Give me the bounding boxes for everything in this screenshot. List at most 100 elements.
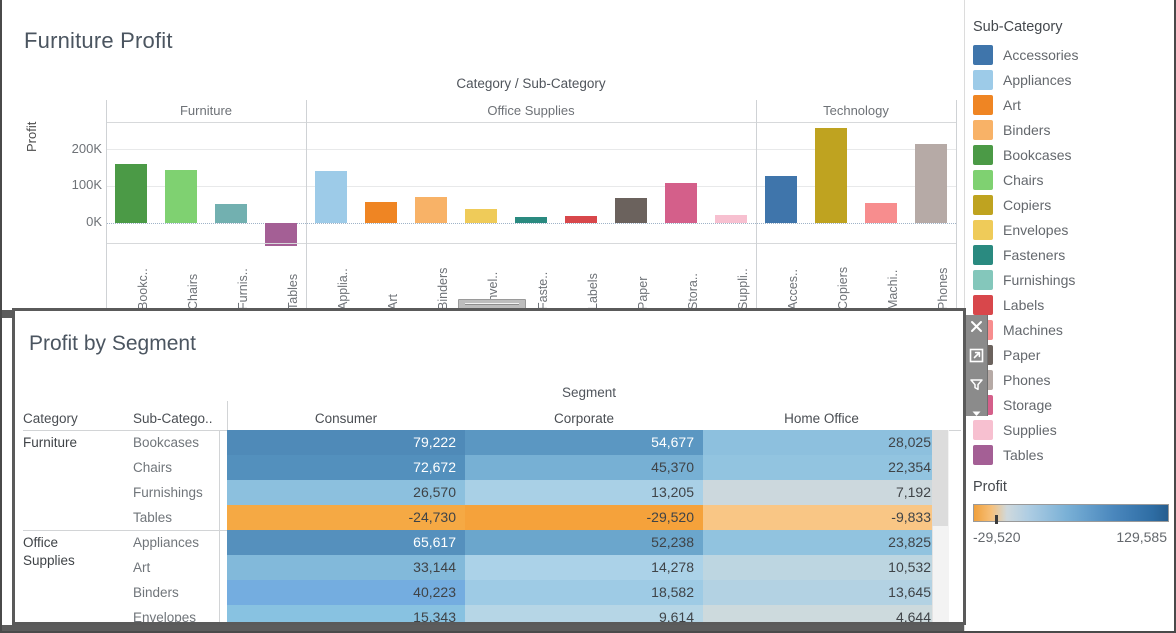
category-header-office-supplies[interactable]: Office Supplies (306, 100, 756, 122)
x-tick-label[interactable]: Faste.. (536, 272, 550, 310)
x-axis-labels: Bookc.. Chairs Furnis.. Tables Applia.. Art Bi… (106, 243, 956, 314)
row-header-subcategory[interactable]: Envelopes (133, 605, 231, 622)
profit-color-gradient[interactable] (973, 504, 1169, 522)
bar-copiers[interactable] (815, 127, 847, 223)
bar-storage[interactable] (665, 183, 697, 223)
row-header-subcategory[interactable]: Tables (133, 505, 231, 530)
column-field-title: Category / Sub-Category (456, 76, 606, 91)
legend-swatch-icon (973, 44, 993, 65)
x-tick-label[interactable]: Paper (636, 277, 650, 310)
bar-supplies[interactable] (715, 214, 747, 223)
x-tick-label[interactable]: Applia.. (336, 268, 350, 310)
table-cell[interactable]: 13,205 (465, 480, 703, 505)
legend-title: Sub-Category (973, 19, 1063, 35)
legend-swatch-icon (973, 144, 993, 165)
close-icon[interactable] (966, 319, 987, 344)
table-cell[interactable]: 15,343 (227, 605, 465, 622)
row-header-subcategory[interactable]: Appliances (133, 530, 231, 555)
row-header-subcategory[interactable]: Chairs (133, 455, 231, 480)
legend-item-envelopes[interactable]: Envelopes (973, 217, 1068, 242)
table-cell[interactable]: 9,614 (465, 605, 703, 622)
row-header-subcategory[interactable]: Binders (133, 580, 231, 605)
table-cell[interactable]: 45,370 (465, 455, 703, 480)
bar-bookcases[interactable] (115, 164, 147, 223)
legend-item-tables[interactable]: Tables (973, 442, 1043, 467)
table-cell[interactable]: 65,617 (227, 530, 465, 555)
bar-phones[interactable] (915, 143, 947, 223)
x-tick-label[interactable]: Chairs (186, 274, 200, 310)
x-tick-label[interactable]: Phones (936, 268, 950, 310)
legend-item-furnishings[interactable]: Furnishings (973, 267, 1075, 292)
table-cell[interactable]: -29,520 (465, 505, 703, 530)
row-header-category[interactable]: Furniture (23, 434, 127, 452)
row-header-subcategory[interactable]: Art (133, 555, 231, 580)
legend-item-appliances[interactable]: Appliances (973, 67, 1072, 92)
bar-furnishings[interactable] (215, 203, 247, 223)
legend-item-fasteners[interactable]: Fasteners (973, 242, 1065, 267)
vertical-scrollbar-thumb[interactable] (932, 430, 948, 526)
row-header-subcategory[interactable]: Furnishings (133, 480, 231, 505)
bar-accessories[interactable] (765, 175, 797, 223)
category-header-technology[interactable]: Technology (756, 100, 956, 122)
table-cell[interactable]: 33,144 (227, 555, 465, 580)
x-tick-label[interactable]: Labels (586, 273, 600, 310)
table-cell[interactable]: 10,532 (703, 555, 940, 580)
x-tick-label[interactable]: Machi.. (886, 270, 900, 310)
segment-field-title: Segment (561, 385, 617, 400)
column-header-category[interactable]: Category (23, 408, 127, 429)
bar-envelopes[interactable] (465, 209, 497, 223)
filter-icon[interactable] (966, 377, 987, 402)
table-cell[interactable]: 28,025 (703, 430, 940, 455)
table-cell[interactable]: 54,677 (465, 430, 703, 455)
table-cell[interactable]: 52,238 (465, 530, 703, 555)
table-cell[interactable]: 23,825 (703, 530, 940, 555)
x-tick-label[interactable]: Binders (436, 268, 450, 310)
column-header-home-office[interactable]: Home Office (703, 408, 940, 429)
dropdown-caret-icon[interactable] (966, 406, 987, 431)
category-header-furniture[interactable]: Furniture (106, 100, 306, 122)
legend-item-chairs[interactable]: Chairs (973, 167, 1043, 192)
legend-item-art[interactable]: Art (973, 92, 1021, 117)
legend-item-accessories[interactable]: Accessories (973, 42, 1078, 67)
table-cell[interactable]: 22,354 (703, 455, 940, 480)
go-to-sheet-icon[interactable] (966, 348, 987, 373)
table-cell[interactable]: 14,278 (465, 555, 703, 580)
bar-fasteners[interactable] (515, 216, 547, 223)
table-cell[interactable]: -9,833 (703, 505, 940, 530)
table-cell[interactable]: 18,582 (465, 580, 703, 605)
bar-appliances[interactable] (315, 171, 347, 223)
table-cell[interactable]: 26,570 (227, 480, 465, 505)
bar-labels[interactable] (565, 216, 597, 223)
table-cell[interactable]: 13,645 (703, 580, 940, 605)
column-header-corporate[interactable]: Corporate (465, 408, 703, 429)
x-tick-label[interactable]: Suppli.. (736, 268, 750, 310)
x-tick-label[interactable]: Furnis.. (236, 268, 250, 310)
bar-chairs[interactable] (165, 170, 197, 223)
table-cell[interactable]: -24,730 (227, 505, 465, 530)
bar-art[interactable] (365, 201, 397, 223)
row-header-subcategory[interactable]: Bookcases (133, 430, 231, 455)
x-tick-label[interactable]: Stora.. (686, 273, 700, 310)
bar-binders[interactable] (415, 196, 447, 223)
legend-item-bookcases[interactable]: Bookcases (973, 142, 1071, 167)
mark-actions-toolbar[interactable] (966, 315, 988, 416)
x-tick-label[interactable]: Acces.. (786, 269, 800, 310)
column-header-consumer[interactable]: Consumer (227, 408, 465, 429)
legend-item-labels[interactable]: Labels (973, 292, 1044, 317)
bar-machines[interactable] (865, 202, 897, 223)
legend-item-label: Labels (1003, 296, 1045, 313)
x-tick-label[interactable]: Copiers (836, 267, 850, 310)
row-header-category[interactable]: Office Supplies (23, 534, 127, 570)
legend-item-binders[interactable]: Binders (973, 117, 1050, 142)
table-cell[interactable]: 7,192 (703, 480, 940, 505)
table-cell[interactable]: 79,222 (227, 430, 465, 455)
table-cell[interactable]: 4,644 (703, 605, 940, 622)
column-header-subcategory[interactable]: Sub-Catego.. (133, 408, 231, 429)
plot-right-border (956, 100, 957, 313)
legend-item-copiers[interactable]: Copiers (973, 192, 1051, 217)
table-cell[interactable]: 72,672 (227, 455, 465, 480)
bar-paper[interactable] (615, 198, 647, 223)
x-tick-label[interactable]: Bookc.. (136, 268, 150, 310)
table-cell[interactable]: 40,223 (227, 580, 465, 605)
x-tick-label[interactable]: Tables (286, 274, 300, 310)
